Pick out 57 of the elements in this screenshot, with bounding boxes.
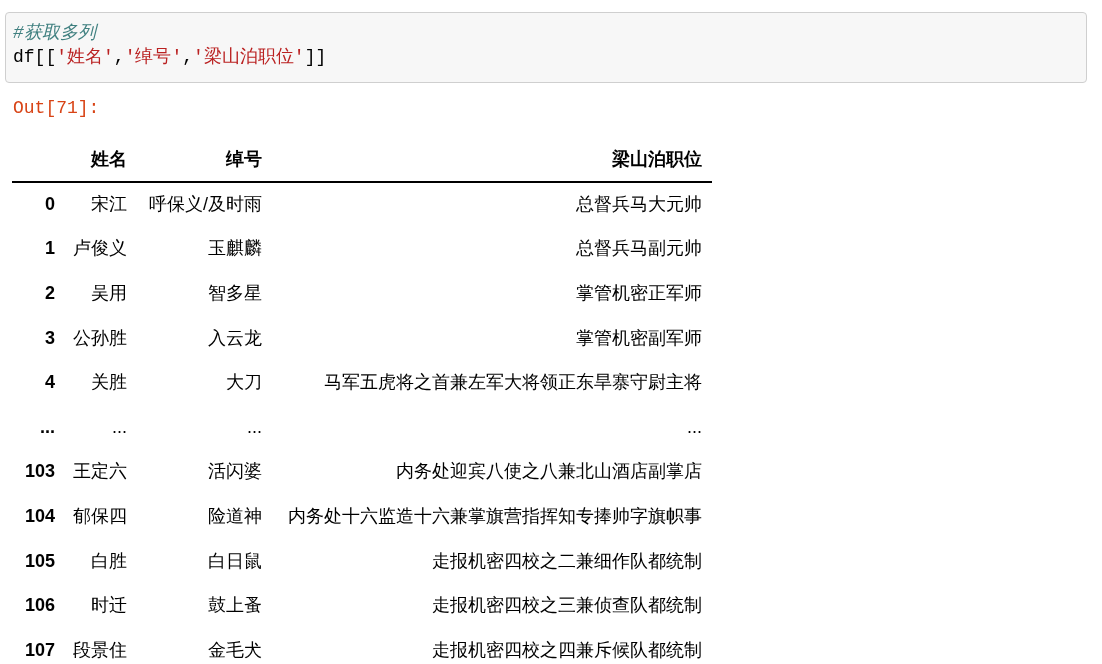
code-text: ]] <box>304 46 327 69</box>
table-cell: 宋江 <box>91 194 127 215</box>
table-cell: ... <box>687 416 702 437</box>
table-cell: 大刀 <box>226 372 262 393</box>
column-header: 梁山泊职位 <box>612 149 702 169</box>
row-index: 3 <box>45 327 55 348</box>
table-cell: 公孙胜 <box>73 327 127 348</box>
code-cell[interactable]: #获取多列 df[['姓名','绰号','梁山泊职位']] <box>5 12 1087 83</box>
table-cell: 走报机密四校之三兼侦查队都统制 <box>432 595 702 616</box>
table-cell: 郁保四 <box>73 505 127 526</box>
code-comment: #获取多列 <box>13 22 96 45</box>
row-index: 4 <box>45 372 55 393</box>
table-cell: 金毛犬 <box>208 639 262 660</box>
code-text: df[[ <box>13 46 57 69</box>
column-header: 姓名 <box>91 149 127 169</box>
table-cell: 活闪婆 <box>208 461 262 482</box>
table-cell: 险道神 <box>208 505 262 526</box>
table-cell: 玉麒麟 <box>208 238 262 259</box>
row-index: 107 <box>24 639 55 660</box>
table-cell: 白胜 <box>91 550 127 571</box>
row-index: 103 <box>24 461 55 482</box>
table-cell: 鼓上蚤 <box>208 595 262 616</box>
table-cell: 马军五虎将之首兼左军大将领正东旱寨守尉主将 <box>324 372 702 393</box>
row-index: 105 <box>24 550 55 571</box>
row-index: 106 <box>24 595 55 616</box>
table-cell: 掌管机密正军师 <box>576 283 702 303</box>
table-cell: 段景住 <box>73 639 127 660</box>
table-cell: 掌管机密副军师 <box>576 327 702 348</box>
table-cell: 呼保义/及时雨 <box>149 194 262 215</box>
table-cell: 时迁 <box>91 595 127 616</box>
table-cell: 总督兵马大元帅 <box>576 194 702 215</box>
string-literal: '绰号' <box>124 46 183 69</box>
table-cell: 内务处十六监造十六兼掌旗营指挥知专捧帅字旗帜事 <box>288 505 702 526</box>
string-literal: '梁山泊职位' <box>193 46 305 69</box>
table-cell: 王定六 <box>73 461 127 482</box>
code-text: , <box>182 46 194 69</box>
column-header: 绰号 <box>226 149 262 169</box>
table-cell: 智多星 <box>208 283 262 303</box>
table-cell: 吴用 <box>91 283 127 303</box>
table-cell: 内务处迎宾八使之八兼北山酒店副掌店 <box>396 461 702 482</box>
table-cell: 关胜 <box>91 372 127 393</box>
row-index: 2 <box>45 283 55 303</box>
table-cell: 总督兵马副元帅 <box>576 238 702 259</box>
row-index: 104 <box>24 505 55 526</box>
table-cell: 卢俊义 <box>73 238 127 259</box>
code-text: , <box>113 46 125 69</box>
row-index: ... <box>40 416 55 437</box>
table-cell: ... <box>247 416 262 437</box>
row-index: 1 <box>45 238 55 259</box>
table-cell: 入云龙 <box>208 327 262 348</box>
row-index: 0 <box>45 194 55 215</box>
table-cell: 白日鼠 <box>208 550 262 571</box>
string-literal: '姓名' <box>56 46 114 69</box>
table-cell: 走报机密四校之二兼细作队都统制 <box>432 550 702 571</box>
table-cell: ... <box>112 416 127 437</box>
table-cell: 走报机密四校之四兼斥候队都统制 <box>432 639 702 660</box>
output-prompt: Out[71]: <box>13 98 100 118</box>
